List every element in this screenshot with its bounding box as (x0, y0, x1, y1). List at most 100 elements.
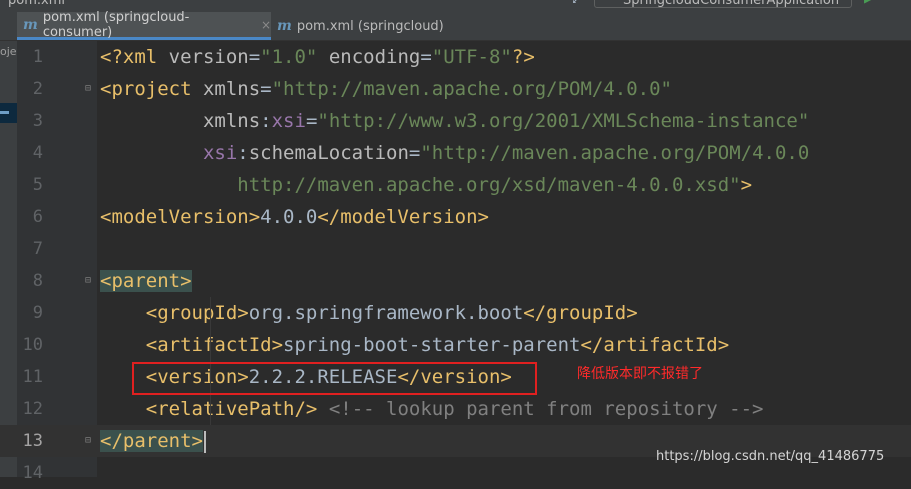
line-number: 2 (32, 79, 43, 99)
code-token: "http://maven.apache.org/POM/4.0.0 (420, 142, 810, 164)
code-token: </artifactId> (580, 334, 730, 356)
code-token: <relativePath/> (145, 398, 318, 420)
code-token: <modelVersion> (100, 206, 261, 228)
code-token: ?> (511, 46, 535, 68)
code-line[interactable]: 1 <?xml version="1.0" encoding="UTF-8"?> (0, 41, 911, 73)
code-token: org.springframework.boot (248, 302, 524, 324)
code-line[interactable]: 2 ⊟ <project xmlns="http://maven.apache.or… (0, 73, 911, 105)
code-line[interactable]: 5 http://maven.apache.org/xsd/maven-4.0.… (0, 169, 911, 201)
fold-toggle-icon[interactable]: ⊟ (85, 275, 95, 287)
line-number: 9 (32, 303, 43, 323)
code-token: "http://maven.apache.org/POM/4.0.0" (271, 78, 672, 100)
code-token: http://maven.apache.org/xsd/maven-4.0.0.… (237, 174, 741, 196)
line-number: 8 (32, 271, 43, 291)
code-token: 4.0.0 (260, 206, 318, 228)
code-text: <project xmlns="http://maven.apache.org/… (100, 73, 672, 105)
code-token: xmlns (202, 78, 261, 100)
maven-file-icon: m (23, 16, 38, 33)
line-number: 6 (32, 207, 43, 227)
code-text: xmlns:xsi="http://www.w3.org/2001/XMLSch… (100, 105, 809, 137)
run-icon[interactable]: ▶ (864, 0, 872, 7)
code-line[interactable]: 8 ⊟ <parent> (0, 265, 911, 297)
code-text: <groupId>org.springframework.boot</group… (100, 297, 638, 329)
code-token: "http://www.w3.org/2001/XMLSchema-instan… (317, 110, 810, 132)
tab-label: pom.xml (springcloud) (296, 18, 444, 34)
code-text: xsi:schemaLocation="http://maven.apache.… (100, 137, 809, 169)
code-token: </modelVersion> (317, 206, 489, 228)
window-title: pom.xml (8, 0, 65, 8)
code-token: version (168, 46, 249, 68)
code-text: </parent> (100, 425, 206, 457)
code-token: <artifactId> (145, 334, 284, 356)
code-text: <relativePath/> <!-- lookup parent from … (100, 393, 764, 425)
code-token: encoding (328, 46, 421, 68)
maven-file-icon: m (277, 18, 292, 34)
code-token: xmlns (202, 110, 261, 132)
code-token: = (420, 46, 432, 68)
code-line[interactable]: 6 <modelVersion>4.0.0</modelVersion> (0, 201, 911, 233)
tab-pom-springcloud-consumer[interactable]: m pom.xml (springcloud-consumer) × (17, 9, 271, 40)
line-number: 1 (32, 47, 43, 67)
code-token: = (305, 110, 318, 132)
code-line[interactable]: 4 xsi:schemaLocation="http://maven.apach… (0, 137, 911, 169)
code-token: "UTF-8" (431, 46, 512, 68)
code-token: = (260, 78, 272, 100)
highlight-box (132, 362, 537, 395)
code-token: </groupId> (523, 302, 638, 324)
code-token: = (248, 46, 261, 68)
line-number: 10 (22, 335, 43, 355)
annotation-note: 降低版本即不报错了 (577, 366, 703, 382)
code-token: <!-- lookup parent from repository --> (328, 398, 764, 420)
line-number: 12 (22, 399, 43, 419)
code-token: : (237, 142, 249, 164)
fold-toggle-icon[interactable]: ⊟ (85, 435, 95, 447)
code-text: <modelVersion>4.0.0</modelVersion> (100, 201, 489, 233)
code-line[interactable]: 9 <groupId>org.springframework.boot</gro… (0, 297, 911, 329)
code-token: <?xml (100, 46, 169, 68)
tab-label: pom.xml (springcloud-consumer) (42, 9, 190, 40)
line-number: 13 (22, 431, 43, 451)
code-token: = (408, 142, 421, 164)
text-caret (203, 430, 206, 453)
code-line[interactable]: 3 xmlns:xsi="http://www.w3.org/2001/XMLS… (0, 105, 911, 137)
navigate-back-icon[interactable]: ↙ (572, 0, 579, 6)
code-token: <groupId> (145, 302, 249, 324)
code-text: http://maven.apache.org/xsd/maven-4.0.0.… (100, 169, 752, 201)
code-token: : (260, 110, 272, 132)
code-token: schemaLocation (248, 142, 409, 164)
close-tab-icon[interactable]: × (261, 18, 271, 32)
source-watermark: https://blog.csdn.net/qq_41486775 (656, 449, 885, 464)
editor-tab-bar: m pom.xml (springcloud-consumer) × m pom… (0, 9, 911, 41)
run-configuration-select[interactable]: SpringcloudConsumerApplication (594, 0, 852, 8)
code-text: <?xml version="1.0" encoding="UTF-8"?> (100, 41, 535, 73)
code-token: xsi (271, 110, 306, 132)
code-line[interactable]: 10 <artifactId>spring-boot-starter-paren… (0, 329, 911, 361)
indent-guide (210, 297, 211, 425)
code-line[interactable]: 7 (0, 233, 911, 265)
line-number: 3 (32, 111, 43, 131)
line-number: 4 (32, 143, 43, 163)
code-token: <parent> (100, 270, 192, 292)
code-text: <parent> (100, 265, 192, 297)
tab-pom-springcloud[interactable]: m pom.xml (springcloud) (271, 12, 451, 40)
line-number: 5 (32, 175, 43, 195)
line-number: 14 (22, 463, 43, 483)
code-text: <artifactId>spring-boot-starter-parent</… (100, 329, 729, 361)
code-token: > (740, 174, 753, 196)
line-number: 7 (32, 239, 43, 259)
code-token: "1.0" (260, 46, 318, 68)
line-number: 11 (22, 367, 43, 387)
code-token: xsi (202, 142, 238, 164)
code-line[interactable]: 12 <relativePath/> <!-- lookup parent fr… (0, 393, 911, 425)
code-token: </parent> (100, 430, 203, 452)
fold-toggle-icon[interactable]: ⊟ (85, 83, 95, 95)
code-token: <project (100, 78, 203, 100)
